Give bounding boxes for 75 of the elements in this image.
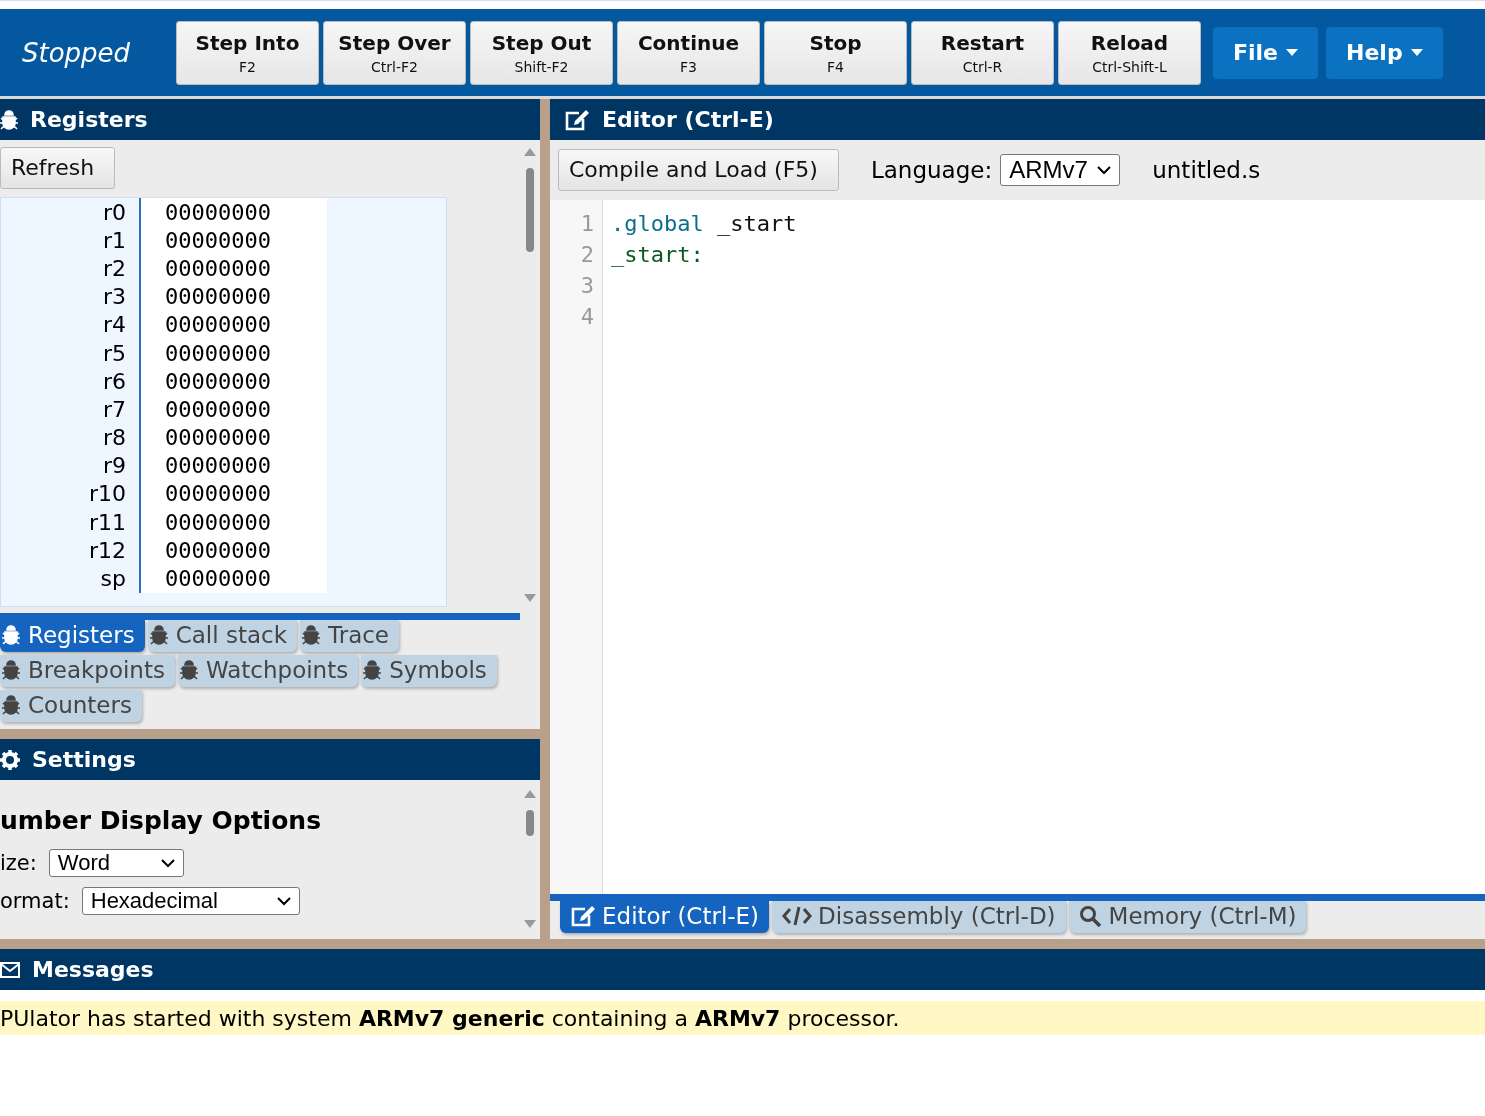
section-heading: umber Display Options	[0, 806, 323, 835]
panel-title: Settings	[32, 747, 136, 772]
code-icon	[782, 905, 813, 927]
panel-tab[interactable]: Symbols	[361, 655, 497, 687]
chevron-icon	[276, 896, 291, 906]
field-label: Language:	[870, 157, 993, 183]
toolbar-button[interactable]: Reload Ctrl-Shift-L	[1058, 20, 1201, 85]
message-text: PUlator has started with system ARMv7 generic containing a ARMv7 processor.	[0, 1001, 1485, 1035]
bug-icon	[147, 625, 170, 645]
envelope-icon	[0, 961, 20, 978]
line-number: 2	[579, 241, 595, 269]
splitter[interactable]	[0, 729, 540, 739]
register-value: 00000000	[141, 282, 327, 311]
line-number: 4	[579, 303, 595, 331]
toolbar-button[interactable]: Restart Ctrl-R	[911, 20, 1054, 85]
register-value: 00000000	[141, 536, 327, 565]
panel-tab[interactable]: Watchpoints	[177, 655, 359, 687]
line-number: 3	[579, 272, 595, 300]
code-line: _start:	[611, 242, 704, 267]
register-value: 00000000	[141, 508, 327, 537]
file-name: untitled.s	[1152, 157, 1261, 183]
register-value: 00000000	[141, 564, 327, 593]
register-value: 00000000	[141, 479, 327, 509]
format-select[interactable]: Hexadecimal	[81, 887, 300, 915]
panel-tab[interactable]: Trace	[300, 620, 399, 652]
compile-button[interactable]: Compile and Load (F5)	[558, 149, 839, 191]
panel-tab[interactable]: Registers	[0, 620, 145, 652]
register-value: 00000000	[141, 423, 327, 452]
toolbar-button[interactable]: Step Out Shift-F2	[470, 20, 613, 85]
register-value: 00000000	[141, 367, 327, 396]
field-label: ormat:	[0, 889, 70, 913]
panel-title: Messages	[32, 957, 154, 982]
bug-icon	[0, 660, 22, 680]
register-value: 00000000	[141, 226, 327, 255]
editor-tab[interactable]: Memory (Ctrl-M)	[1068, 901, 1307, 933]
toolbar-button[interactable]: Stop F4	[764, 20, 907, 85]
run-status: Stopped	[21, 37, 132, 68]
register-value: 00000000	[141, 310, 327, 339]
language-select[interactable]: ARMv7	[1000, 154, 1121, 186]
code-line: .global _start	[611, 211, 797, 236]
panel-tab[interactable]: Breakpoints	[0, 655, 175, 687]
editor-tab[interactable]: Editor (Ctrl-E)	[560, 901, 770, 933]
bug-icon	[300, 625, 322, 645]
editor-tab[interactable]: Disassembly (Ctrl-D)	[772, 901, 1066, 933]
refresh-button[interactable]: Refresh	[0, 147, 116, 189]
chevron-icon	[1097, 165, 1112, 175]
panel-tab[interactable]: Call stack	[147, 620, 297, 652]
caret-icon	[1410, 48, 1423, 57]
register-value: 00000000	[141, 395, 327, 424]
line-number: 1	[579, 210, 595, 238]
toolbar-button[interactable]: Continue F3	[617, 20, 760, 85]
register-value: 00000000	[141, 198, 327, 227]
search-icon	[1078, 905, 1103, 927]
chevron-icon	[160, 858, 175, 868]
register-value: 00000000	[141, 451, 327, 480]
menu-button[interactable]: Help	[1326, 26, 1443, 79]
toolbar-button[interactable]: Step Into F2	[176, 20, 319, 85]
toolbar-button[interactable]: Step Over Ctrl-F2	[323, 20, 466, 85]
panel-title: Editor (Ctrl-E)	[602, 107, 774, 132]
settings-icon	[0, 749, 20, 770]
register-value: 00000000	[141, 338, 327, 368]
bug-icon	[0, 109, 18, 130]
bug-icon	[0, 625, 22, 645]
field-label: ize:	[0, 851, 37, 875]
bug-icon	[177, 660, 200, 680]
register-value: 00000000	[141, 254, 327, 283]
bug-icon	[361, 660, 384, 680]
size-select[interactable]: Word	[48, 849, 184, 877]
panel-title: Registers	[30, 107, 148, 132]
edit-icon	[564, 108, 590, 131]
panel-tab[interactable]: Counters	[0, 690, 142, 722]
caret-icon	[1286, 48, 1299, 57]
edit-icon	[570, 905, 596, 927]
bug-icon	[0, 695, 22, 715]
menu-button[interactable]: File	[1213, 26, 1319, 79]
